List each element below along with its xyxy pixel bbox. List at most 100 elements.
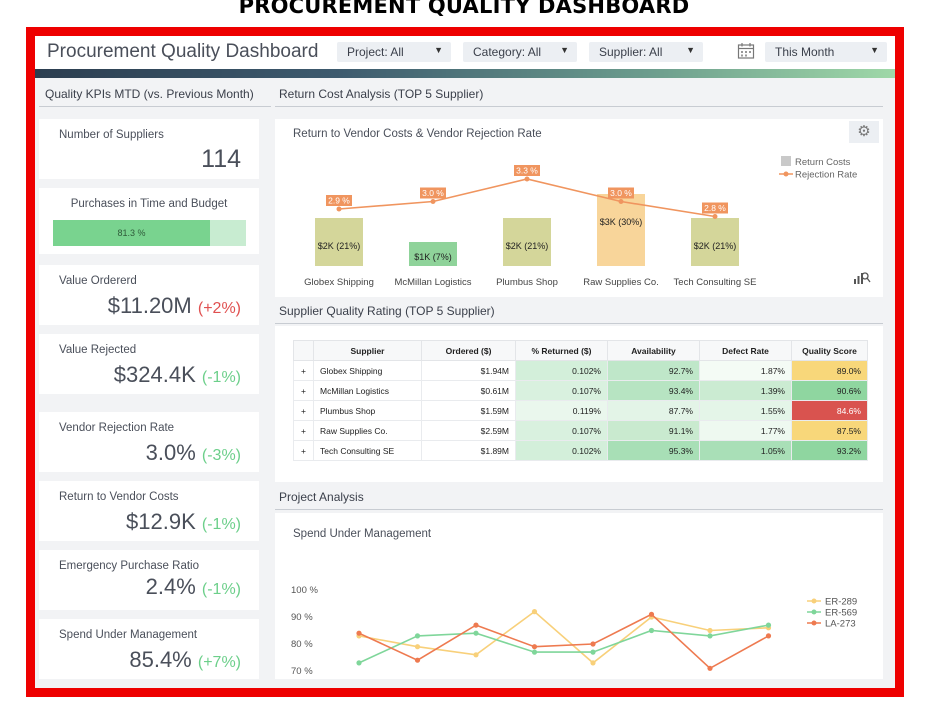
return-section-title: Return Cost Analysis (TOP 5 Supplier) [279,87,484,101]
legend-label: ER-289 [825,597,857,608]
series-point [707,627,713,634]
table-row[interactable]: + Tech Consulting SE $1.89M 0.102% 95.3% 1.05… [293,440,868,461]
table-row[interactable]: + McMillan Logistics $0.61M 0.107% 93.4% 1.39… [293,380,868,401]
rejection-rate-line [338,178,716,218]
col-ordered[interactable]: Ordered ($) [421,340,516,361]
kpi-amount: 85.4% [129,647,192,672]
kpi-label: Purchases in Time and Budget [70,198,228,210]
x-tick-label: Tech Consulting SE [674,277,757,288]
series-point [473,652,479,658]
expand-row-button[interactable]: + [293,440,314,461]
x-tick-label: July 2020 [690,678,731,679]
quality-section-title: Supplier Quality Rating (TOP 5 Supplier) [279,304,495,318]
series-point [765,622,772,628]
kpi-card-spend[interactable]: Spend Under Management 85.4% (+7%) [39,619,259,679]
cell-quality-score: 84.6% [791,400,868,421]
kpi-card-rejection-rate[interactable]: Vendor Rejection Rate 3.0% (-3%) [39,412,259,472]
table-row[interactable]: + Raw Supplies Co. $2.59M 0.107% 91.1% 1.77% 8… [293,420,868,441]
table-row[interactable]: + Globex Shipping $1.94M 0.102% 92.7% 1.87% 89… [293,360,868,381]
col-availability[interactable]: Availability [607,340,700,361]
return-divider [275,106,883,107]
x-tick-label: April 2020 [513,678,556,679]
x-tick-label: Raw Supplies Co. [583,277,659,288]
expand-row-button[interactable]: + [293,380,314,401]
x-tick-label: McMillan Logistics [394,277,471,288]
kpi-value: $11.20M (+2%) [108,293,241,319]
x-tick-label: February2020 [398,678,436,679]
kpi-label: Value Ordererd [59,275,137,287]
kpi-card-emergency-ratio[interactable]: Emergency Purchase Ratio 2.4% (-1%) [39,550,259,610]
rate-data-label: 2.9 % [328,196,350,206]
series-point [531,644,538,650]
supplier-filter[interactable]: Supplier: All ▼ [589,42,703,62]
kpi-value: 3.0% (-3%) [146,440,241,466]
series-point [590,641,596,647]
series-point [765,633,772,639]
kpi-card-purchases[interactable]: Purchases in Time and Budget 81.3 % [39,188,259,254]
cell-quality-score: 89.0% [791,360,868,381]
kpi-change: (-1%) [201,369,241,386]
table-header-row: Supplier Ordered ($) % Returned ($) Avai… [293,340,868,361]
rate-point [712,214,718,219]
kpi-card-value-ordered[interactable]: Value Ordererd $11.20M (+2%) [39,265,259,325]
series-point [414,644,421,650]
bar-data-label: $2K (21%) [506,241,549,251]
series-point [707,665,713,671]
header-gradient-bar [35,69,895,78]
series-point [473,630,479,636]
cell-availability: 92.7% [607,360,700,381]
series-line-er-569 [358,624,769,664]
cell-supplier: Raw Supplies Co. [313,420,422,441]
kpi-card-return-costs[interactable]: Return to Vendor Costs $12.9K (-1%) [39,481,259,541]
series-point [356,630,362,636]
y-tick-label: 70 % [291,666,313,677]
period-filter[interactable]: This Month ▼ [765,42,887,62]
rate-data-label: 3.0 % [610,188,632,198]
expand-row-button[interactable]: + [293,400,314,421]
cell-defect: 1.05% [699,440,792,461]
cell-quality-score: 87.5% [791,420,868,441]
expand-row-button[interactable]: + [293,360,314,381]
col-defect[interactable]: Defect Rate [699,340,792,361]
kpi-change: (-1%) [201,581,241,598]
category-filter[interactable]: Category: All ▼ [463,42,577,62]
x-tick-label: March 2020 [451,678,501,679]
expand-row-button[interactable]: + [293,420,314,441]
quality-divider [275,323,883,324]
col-supplier[interactable]: Supplier [313,340,422,361]
y-tick-label: 80 % [291,639,313,650]
cell-ordered: $1.94M [421,360,516,381]
kpi-card-suppliers[interactable]: Number of Suppliers 114 [39,119,259,179]
cell-returned: 0.119% [515,400,608,421]
chart-analytics-icon[interactable] [853,269,871,285]
series-point [414,657,421,663]
kpi-value: 114 [201,145,241,173]
series-line-la-273 [358,613,769,670]
category-filter-label: Category: All [473,45,542,59]
col-returned[interactable]: % Returned ($) [515,340,608,361]
bar-data-label: $2K (21%) [694,241,737,251]
project-panel: Spend Under Management 70 % 80 % 90 % 100 %… [275,513,883,679]
series-point [356,660,362,666]
rate-point [430,199,436,204]
col-score[interactable]: Quality Score [791,340,868,361]
kpi-value: 2.4% (-1%) [146,574,241,600]
table-row[interactable]: + Plumbus Shop $1.59M 0.119% 87.7% 1.55% 84.6% [293,400,868,421]
kpi-change: (+2%) [197,300,241,317]
quality-panel: Supplier Ordered ($) % Returned ($) Avai… [275,326,883,482]
legend-label-rejection-rate: Rejection Rate [795,170,857,181]
y-tick-label: 90 % [291,612,313,623]
kpi-amount: $324.4K [113,362,196,387]
kpi-value: $324.4K (-1%) [114,362,241,388]
kpi-card-value-rejected[interactable]: Value Rejected $324.4K (-1%) [39,334,259,394]
project-divider [275,509,883,510]
cell-supplier: Tech Consulting SE [313,440,422,461]
dashboard-banner: PROCUREMENT QUALITY DASHBOARD [238,0,690,18]
return-cost-panel: Return to Vendor Costs & Vendor Rejectio… [275,119,883,297]
project-filter-label: Project: All [347,45,404,59]
calendar-icon[interactable] [737,42,755,60]
purchases-progress-value: 81.3 % [117,228,146,238]
period-filter-label: This Month [775,45,835,59]
kpi-change: (-1%) [201,516,241,533]
project-filter[interactable]: Project: All ▼ [337,42,451,62]
